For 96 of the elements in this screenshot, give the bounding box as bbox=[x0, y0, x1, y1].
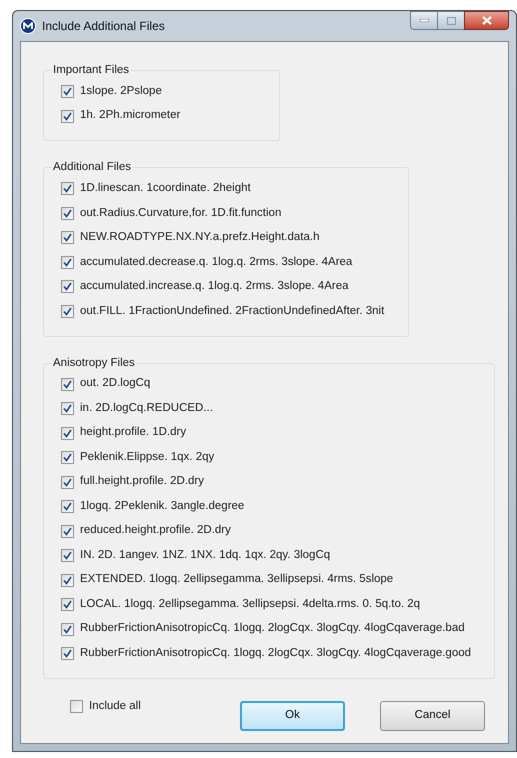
checkbox-label: 1logq. 2Peklenik. 3angle.degree bbox=[80, 498, 244, 514]
checkbox[interactable] bbox=[61, 622, 74, 636]
check-icon bbox=[63, 87, 72, 96]
checkbox-label: 1h. 2Ph.micrometer bbox=[80, 108, 180, 124]
checkbox[interactable] bbox=[61, 256, 74, 269]
close-icon bbox=[482, 16, 492, 25]
group-title: Anisotropy Files bbox=[52, 356, 136, 370]
checkbox-label: accumulated.decrease.q. 1log.q. 2rms. 3slope. 4Area bbox=[80, 254, 352, 270]
checkbox-row[interactable]: 1logq. 2Peklenik. 3angle.degree bbox=[61, 494, 494, 519]
check-icon bbox=[63, 428, 72, 438]
checkbox[interactable] bbox=[61, 451, 74, 464]
cancel-button[interactable]: Cancel bbox=[380, 700, 485, 731]
checkbox-row[interactable]: Peklenik.Elippse. 1qx. 2qy bbox=[61, 445, 494, 470]
checkbox[interactable] bbox=[61, 378, 74, 390]
checkbox-label: RubberFrictionAnisotropicCq. 1logq. 2logCqx. 3logCqy. 4logCqaverage.good bbox=[80, 646, 472, 661]
check-icon bbox=[63, 576, 72, 584]
checkbox-label: 1slope. 2Pslope bbox=[80, 84, 162, 99]
checkbox[interactable] bbox=[61, 476, 74, 488]
checkbox-row[interactable]: reduced.height.profile. 2D.dry bbox=[61, 518, 494, 544]
check-icon bbox=[63, 624, 72, 634]
checkbox[interactable] bbox=[61, 500, 74, 513]
group-title: Additional Files bbox=[52, 160, 132, 176]
checkbox-label: out.FILL. 1FractionUndefined. 2FractionUndefinedAfter. 3nit bbox=[80, 304, 384, 319]
checkbox[interactable] bbox=[61, 549, 74, 562]
checkbox[interactable] bbox=[61, 206, 74, 220]
checkbox-row[interactable]: out.FILL. 1FractionUndefined. 2FractionUndefinedAfter. 3nit bbox=[61, 299, 408, 324]
checkbox-row[interactable]: EXTENDED. 1logq. 2ellipsegamma. 3ellipsepsi. 4rms. 5slope bbox=[61, 568, 494, 592]
checkbox-row[interactable]: out. 2D.logCq bbox=[61, 372, 494, 396]
minimize-button[interactable] bbox=[410, 11, 438, 30]
checkbox-label: height.profile. 1D.dry bbox=[80, 425, 186, 440]
checkbox-row[interactable]: Include all bbox=[70, 694, 240, 719]
checkbox-label: EXTENDED. 1logq. 2ellipsegamma. 3ellipsepsi. 4rms. 5slope bbox=[80, 572, 394, 588]
checkbox-label: LOCAL. 1logq. 2ellipsegamma. 3ellipsepsi. 4delta.rms. 0. 5q.to. 2q bbox=[80, 596, 420, 612]
check-icon bbox=[63, 112, 72, 120]
checkbox-row[interactable]: NEW.ROADTYPE.NX.NY.a.prefz.Height.data.h bbox=[61, 226, 408, 250]
check-icon bbox=[63, 526, 72, 536]
checkbox-label: in. 2D.logCq.REDUCED... bbox=[80, 400, 213, 416]
check-icon bbox=[63, 649, 72, 658]
window-title: Include Additional Files bbox=[42, 18, 165, 35]
checkbox-label: Peklenik.Elippse. 1qx. 2qy bbox=[80, 450, 214, 465]
checkbox-label: accumulated.increase.q. 1log.q. 2rms. 3slope. 4Area bbox=[80, 279, 348, 294]
checkbox[interactable] bbox=[61, 598, 74, 611]
app-logo-icon bbox=[20, 18, 36, 34]
close-button[interactable] bbox=[464, 11, 509, 30]
check-icon bbox=[63, 184, 72, 194]
checkbox[interactable] bbox=[61, 231, 74, 244]
check-icon bbox=[63, 282, 72, 292]
group-title: Important Files bbox=[52, 63, 130, 78]
check-icon bbox=[63, 600, 72, 609]
checkbox-row[interactable]: IN. 2D. 1angev. 1NZ. 1NX. 1dq. 1qx. 2qy. 3logCq bbox=[61, 543, 494, 568]
check-icon bbox=[63, 478, 72, 486]
checkbox-row[interactable]: height.profile. 1D.dry bbox=[61, 420, 494, 446]
checkbox[interactable] bbox=[61, 402, 74, 415]
checkbox-row[interactable]: RubberFrictionAnisotropicCq. 1logq. 2logCqx. 3logCqy. 4logCqaverage.bad bbox=[61, 616, 494, 642]
checkbox-row[interactable]: RubberFrictionAnisotropicCq. 1logq. 2logCqx. 3logCqy. 4logCqaverage.good bbox=[61, 641, 494, 666]
maximize-icon bbox=[446, 16, 456, 24]
minimize-icon bbox=[420, 19, 428, 22]
check-icon bbox=[63, 404, 72, 413]
checkbox[interactable] bbox=[61, 647, 74, 660]
checkbox-row[interactable]: out.Radius.Curvature,for. 1D.fit.function bbox=[61, 201, 408, 226]
checkbox-label: full.height.profile. 2D.dry bbox=[80, 474, 204, 490]
check-icon bbox=[63, 551, 72, 560]
checkbox-row[interactable]: LOCAL. 1logq. 2ellipsegamma. 3ellipsepsi. 4delta.rms. 0. 5q.to. 2q bbox=[61, 592, 494, 617]
checkbox-row[interactable]: full.height.profile. 2D.dry bbox=[61, 470, 494, 494]
checkbox[interactable] bbox=[61, 304, 74, 318]
checkbox-label: out.Radius.Curvature,for. 1D.fit.function bbox=[80, 206, 282, 221]
checkbox-row[interactable]: 1D.linescan. 1coordinate. 2height bbox=[61, 176, 408, 201]
checkbox-row[interactable]: 1slope. 2Pslope bbox=[61, 79, 279, 104]
check-icon bbox=[63, 258, 72, 267]
ok-button[interactable]: Ok bbox=[240, 700, 345, 731]
checkbox[interactable] bbox=[61, 574, 74, 586]
check-icon bbox=[63, 233, 72, 242]
checkbox[interactable] bbox=[61, 524, 74, 538]
checkbox-label: IN. 2D. 1angev. 1NZ. 1NX. 1dq. 1qx. 2qy. 3logCq bbox=[80, 548, 330, 563]
checkbox-row[interactable]: accumulated.increase.q. 1log.q. 2rms. 3slope. 4Area bbox=[61, 274, 408, 299]
checkbox[interactable] bbox=[61, 182, 74, 196]
checkbox-label: RubberFrictionAnisotropicCq. 1logq. 2logCqx. 3logCqy. 4logCqaverage.bad bbox=[80, 621, 465, 636]
checkbox-row[interactable]: 1h. 2Ph.micrometer bbox=[61, 104, 279, 128]
checkbox-label: NEW.ROADTYPE.NX.NY.a.prefz.Height.data.h bbox=[80, 230, 320, 246]
check-icon bbox=[63, 380, 72, 388]
checkbox[interactable] bbox=[61, 280, 74, 294]
checkbox-label: Include all bbox=[89, 699, 141, 714]
checkbox[interactable] bbox=[61, 426, 74, 440]
checkbox[interactable] bbox=[70, 700, 83, 714]
checkbox-label: out. 2D.logCq bbox=[80, 376, 150, 392]
checkbox-label: 1D.linescan. 1coordinate. 2height bbox=[80, 181, 251, 196]
check-icon bbox=[63, 306, 72, 316]
check-icon bbox=[63, 453, 72, 462]
check-icon bbox=[63, 502, 72, 511]
checkbox-row[interactable]: accumulated.decrease.q. 1log.q. 2rms. 3slope. 4Area bbox=[61, 250, 408, 274]
checkbox-label: reduced.height.profile. 2D.dry bbox=[80, 523, 231, 538]
checkbox[interactable] bbox=[61, 85, 74, 98]
maximize-button[interactable] bbox=[438, 11, 464, 30]
check-icon bbox=[63, 208, 72, 218]
checkbox-row[interactable]: in. 2D.logCq.REDUCED... bbox=[61, 396, 494, 421]
checkbox[interactable] bbox=[61, 110, 74, 122]
